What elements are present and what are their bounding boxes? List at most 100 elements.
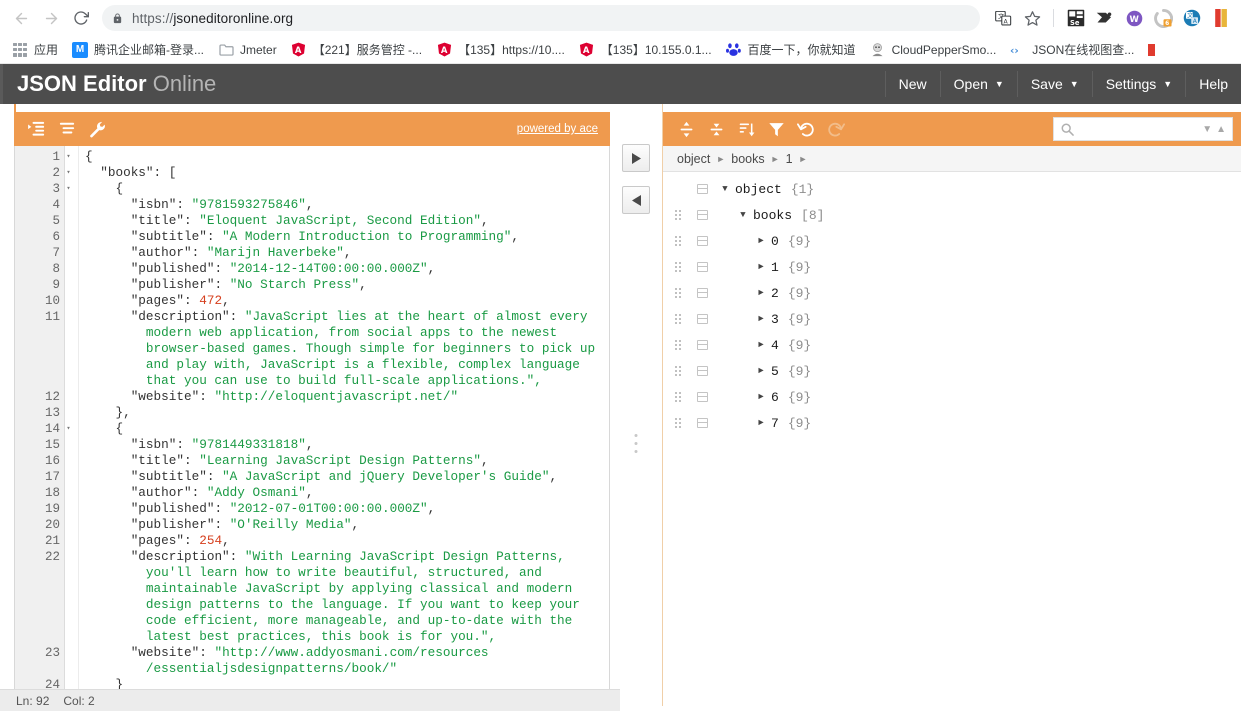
- expand-toggle-icon[interactable]: ►: [751, 236, 771, 246]
- transfer-right-button[interactable]: [622, 144, 650, 172]
- context-menu-icon[interactable]: [689, 392, 715, 402]
- format-indent-icon[interactable]: [22, 116, 52, 142]
- context-menu-icon[interactable]: [689, 418, 715, 428]
- tree-node-label[interactable]: 0: [771, 234, 779, 249]
- code-area[interactable]: 1 ▾ 2 ▾ 3 ▾ 4 5 6 7 8 9 10 11 12 13 14 ▾ 15 16 17 18 19 20 21 22 2…: [14, 146, 610, 706]
- expand-toggle-icon[interactable]: ►: [751, 418, 771, 428]
- tree-row[interactable]: ► 7 {9}: [663, 410, 1241, 436]
- bookmark-json-viewer-cn[interactable]: ‹› JSON在线视图查...: [1004, 39, 1140, 61]
- bookmark-apps-grid[interactable]: 应用: [6, 39, 64, 61]
- selenium-extension-icon[interactable]: Se: [1062, 4, 1090, 32]
- context-menu-icon[interactable]: [689, 366, 715, 376]
- drag-handle-icon[interactable]: [667, 210, 689, 220]
- tree-node-label[interactable]: object: [735, 182, 782, 197]
- forward-button[interactable]: [36, 3, 66, 33]
- breadcrumb-item-index[interactable]: 1: [786, 152, 793, 166]
- tree-node-label[interactable]: 2: [771, 286, 779, 301]
- context-menu-icon[interactable]: [689, 340, 715, 350]
- context-menu-icon[interactable]: [689, 262, 715, 272]
- reload-button[interactable]: [66, 3, 96, 33]
- drag-handle-icon[interactable]: [667, 262, 689, 272]
- chevron-down-icon[interactable]: ▼: [1200, 124, 1214, 135]
- json-tree[interactable]: ▼ object {1} ▼ books [8] ► 0 {9} ► 1 {9} ► 2 {9} ► 3 {9} ►…: [663, 172, 1241, 706]
- breadcrumb-item-object[interactable]: object: [677, 152, 710, 166]
- bookmark-jmeter[interactable]: Jmeter: [212, 39, 283, 61]
- expand-all-icon[interactable]: [671, 116, 701, 142]
- json-code-text[interactable]: { "books": [ { "isbn": "9781593275846", …: [79, 146, 609, 705]
- fold-toggle-icon[interactable]: ▾: [64, 165, 73, 181]
- expand-toggle-icon[interactable]: ▼: [715, 184, 735, 194]
- menu-settings[interactable]: Settings ▼: [1091, 71, 1186, 97]
- bookmark-baidu[interactable]: 百度一下，你就知道: [720, 39, 862, 61]
- menu-new[interactable]: New: [884, 71, 940, 97]
- menu-help[interactable]: Help: [1185, 71, 1241, 97]
- bookmark-star-icon[interactable]: [1018, 4, 1046, 32]
- tree-row[interactable]: ► 3 {9}: [663, 306, 1241, 332]
- bookmark-cloudpepper[interactable]: CloudPepperSmo...: [864, 39, 1003, 61]
- menu-open[interactable]: Open ▼: [939, 71, 1017, 97]
- expand-toggle-icon[interactable]: ►: [751, 314, 771, 324]
- context-menu-icon[interactable]: [689, 314, 715, 324]
- menu-save[interactable]: Save ▼: [1016, 71, 1092, 97]
- back-button[interactable]: [6, 3, 36, 33]
- collapse-all-icon[interactable]: [701, 116, 731, 142]
- context-menu-icon[interactable]: [689, 184, 715, 194]
- tree-row[interactable]: ► 2 {9}: [663, 280, 1241, 306]
- expand-toggle-icon[interactable]: ►: [751, 392, 771, 402]
- expand-toggle-icon[interactable]: ►: [751, 340, 771, 350]
- drag-handle-icon[interactable]: [667, 288, 689, 298]
- redo-icon[interactable]: [821, 116, 851, 142]
- tree-row[interactable]: ▼ object {1}: [663, 176, 1241, 202]
- drag-handle-icon[interactable]: [667, 340, 689, 350]
- expand-toggle-icon[interactable]: ►: [751, 366, 771, 376]
- expand-toggle-icon[interactable]: ▼: [733, 210, 753, 220]
- undo-icon[interactable]: [791, 116, 821, 142]
- tree-node-label[interactable]: books: [753, 208, 792, 223]
- pane-resize-handle[interactable]: [634, 434, 638, 453]
- tree-row[interactable]: ► 5 {9}: [663, 358, 1241, 384]
- profile-avatar-icon[interactable]: [1207, 4, 1235, 32]
- tree-search-box[interactable]: ▼ ▲: [1053, 117, 1233, 141]
- drag-handle-icon[interactable]: [667, 236, 689, 246]
- loading-extension-icon[interactable]: 6: [1149, 4, 1177, 32]
- bookmark-service-control-221[interactable]: A 【221】服务管控 -...: [285, 39, 428, 61]
- wrench-icon[interactable]: [82, 116, 112, 142]
- translate-extension-icon[interactable]: 文A: [1178, 4, 1206, 32]
- breadcrumb-item-books[interactable]: books: [731, 152, 764, 166]
- tree-row[interactable]: ► 6 {9}: [663, 384, 1241, 410]
- tree-row[interactable]: ► 0 {9}: [663, 228, 1241, 254]
- tree-row[interactable]: ► 4 {9}: [663, 332, 1241, 358]
- drag-handle-icon[interactable]: [667, 418, 689, 428]
- fold-toggle-icon[interactable]: ▾: [64, 421, 73, 437]
- tree-row[interactable]: ▼ books [8]: [663, 202, 1241, 228]
- wappalyzer-extension-icon[interactable]: [1091, 4, 1119, 32]
- expand-toggle-icon[interactable]: ►: [751, 262, 771, 272]
- chevron-up-icon[interactable]: ▲: [1214, 124, 1228, 135]
- tree-node-label[interactable]: 5: [771, 364, 779, 379]
- bookmark-overflow[interactable]: [1142, 39, 1168, 61]
- powered-by-ace-link[interactable]: powered by ace: [517, 123, 602, 135]
- tree-row[interactable]: ► 1 {9}: [663, 254, 1241, 280]
- tree-node-label[interactable]: 7: [771, 416, 779, 431]
- tree-node-label[interactable]: 4: [771, 338, 779, 353]
- filter-funnel-icon[interactable]: [761, 116, 791, 142]
- drag-handle-icon[interactable]: [667, 392, 689, 402]
- transfer-left-button[interactable]: [622, 186, 650, 214]
- sort-icon[interactable]: [731, 116, 761, 142]
- bookmark-ip-10-155[interactable]: A 【135】10.155.0.1...: [573, 39, 718, 61]
- fold-toggle-icon[interactable]: ▾: [64, 181, 73, 197]
- context-menu-icon[interactable]: [689, 210, 715, 220]
- expand-toggle-icon[interactable]: ►: [751, 288, 771, 298]
- translate-icon[interactable]: 文A: [989, 4, 1017, 32]
- tree-node-label[interactable]: 3: [771, 312, 779, 327]
- compact-lines-icon[interactable]: [52, 116, 82, 142]
- drag-handle-icon[interactable]: [667, 314, 689, 324]
- bookmark-tencent-mail[interactable]: M 腾讯企业邮箱-登录...: [66, 39, 210, 61]
- tree-node-label[interactable]: 1: [771, 260, 779, 275]
- drag-handle-icon[interactable]: [667, 366, 689, 376]
- context-menu-icon[interactable]: [689, 288, 715, 298]
- fold-toggle-icon[interactable]: ▾: [64, 149, 73, 165]
- context-menu-icon[interactable]: [689, 236, 715, 246]
- bookmark-https-10-135[interactable]: A 【135】https://10....: [430, 39, 571, 61]
- search-input[interactable]: [1079, 121, 1201, 137]
